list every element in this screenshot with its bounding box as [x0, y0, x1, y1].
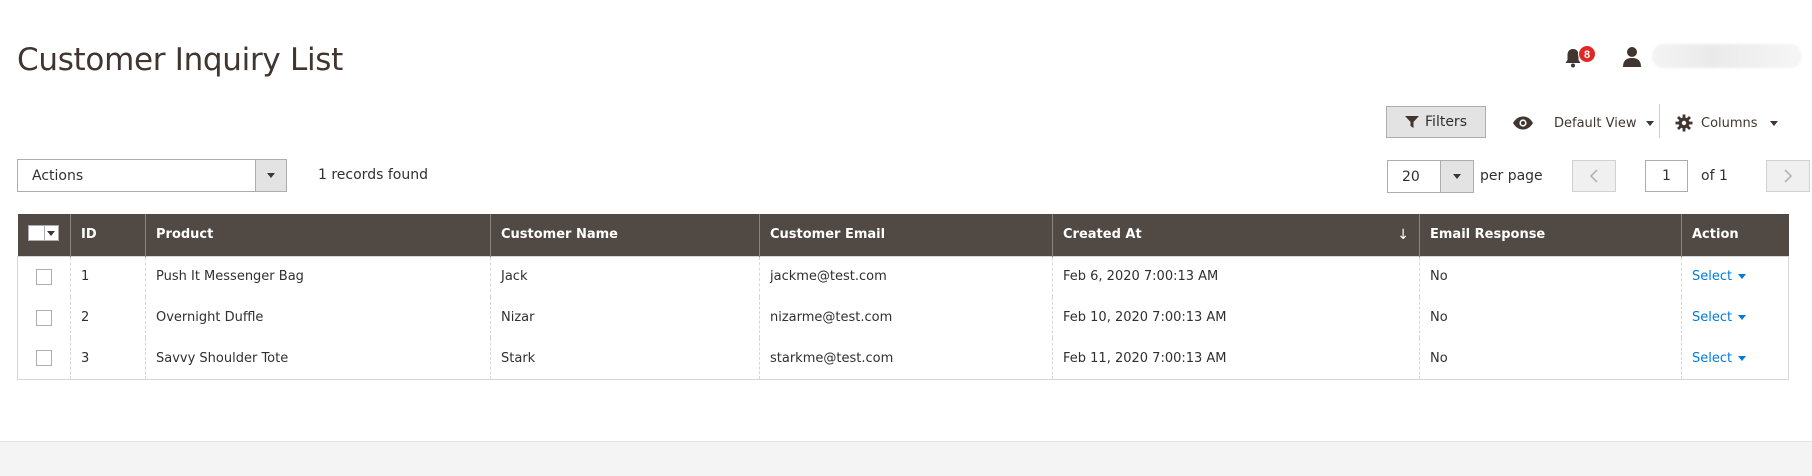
column-header-created-at[interactable]: Created At ↓ — [1052, 214, 1420, 256]
cell-customer-email: nizarme@test.com — [759, 297, 1053, 338]
row-action-select[interactable]: Select — [1692, 310, 1747, 325]
cell-product: Push It Messenger Bag — [145, 256, 491, 297]
gear-icon — [1675, 114, 1693, 132]
per-page-label: per page — [1480, 168, 1543, 184]
cell-email-response: No — [1419, 338, 1682, 380]
column-header-email-response[interactable]: Email Response — [1419, 214, 1682, 256]
cell-action: Select — [1681, 297, 1789, 338]
cell-action: Select — [1681, 338, 1789, 380]
chevron-down-icon — [47, 230, 55, 236]
column-header-customer-name[interactable]: Customer Name — [490, 214, 760, 256]
notification-badge: 8 — [1578, 45, 1596, 63]
user-icon[interactable] — [1622, 46, 1642, 68]
row-action-select[interactable]: Select — [1692, 269, 1747, 285]
eye-icon — [1513, 116, 1533, 130]
column-header-product[interactable]: Product — [145, 214, 491, 256]
row-action-label: Select — [1692, 310, 1733, 325]
chevron-down-icon — [1738, 355, 1747, 361]
per-page-toggle[interactable] — [1440, 161, 1473, 192]
cell-product: Savvy Shoulder Tote — [145, 338, 491, 380]
mass-select-checkbox[interactable] — [27, 225, 59, 242]
table-row: 2 Overnight Duffle Nizar nizarme@test.co… — [18, 297, 1789, 338]
sort-desc-icon: ↓ — [1397, 226, 1409, 243]
row-action-label: Select — [1692, 350, 1733, 366]
current-page-input[interactable] — [1645, 160, 1688, 192]
filters-label: Filters — [1425, 114, 1467, 130]
row-checkbox[interactable] — [36, 350, 52, 367]
created-at-label: Created At — [1063, 226, 1142, 242]
records-found: 1 records found — [318, 167, 428, 183]
actions-label: Actions — [32, 167, 84, 184]
chevron-down-icon — [1453, 174, 1461, 179]
cell-customer-name: Nizar — [490, 297, 760, 338]
column-header-customer-email[interactable]: Customer Email — [759, 214, 1053, 256]
table-row: 3 Savvy Shoulder Tote Stark starkme@test… — [17, 338, 1789, 380]
row-select-cell — [18, 297, 71, 338]
columns-button[interactable]: Columns — [1675, 110, 1778, 136]
chevron-right-icon — [1784, 169, 1793, 183]
column-header-id[interactable]: ID — [70, 214, 146, 256]
view-switcher[interactable]: Default View — [1512, 110, 1655, 136]
cell-created-at: Feb 11, 2020 7:00:13 AM — [1052, 338, 1420, 380]
toolbar-divider — [1659, 104, 1660, 138]
chevron-left-icon — [1589, 169, 1598, 183]
chevron-down-icon — [1769, 120, 1778, 126]
cell-id: 2 — [70, 297, 146, 338]
chevron-down-icon — [1738, 315, 1747, 320]
row-select-cell — [18, 256, 71, 297]
cell-customer-name: Jack — [490, 256, 760, 297]
actions-dropdown-toggle[interactable] — [255, 160, 286, 191]
previous-page-button[interactable] — [1572, 160, 1616, 192]
cell-created-at: Feb 10, 2020 7:00:13 AM — [1052, 297, 1420, 338]
row-action-select[interactable]: Select — [1692, 350, 1747, 366]
cell-email-response: No — [1419, 297, 1682, 338]
cell-product: Overnight Duffle — [145, 297, 491, 338]
cell-customer-name: Stark — [490, 338, 760, 380]
page-footer — [0, 441, 1812, 476]
view-label: Default View — [1554, 115, 1637, 131]
row-action-label: Select — [1692, 269, 1733, 285]
user-account-name[interactable]: admin — [1652, 44, 1802, 68]
cell-customer-email: jackme@test.com — [759, 256, 1053, 297]
columns-label: Columns — [1701, 115, 1758, 131]
cell-action: Select — [1681, 256, 1789, 297]
chevron-down-icon — [267, 173, 275, 178]
column-header-action: Action — [1681, 214, 1789, 256]
row-checkbox[interactable] — [36, 268, 52, 285]
filter-icon — [1405, 116, 1420, 128]
mass-select-header — [17, 214, 71, 256]
cell-id: 3 — [70, 338, 146, 380]
inquiry-grid: ID Product Customer Name Customer Email … — [17, 214, 1789, 380]
row-select-cell — [17, 338, 71, 380]
cell-created-at: Feb 6, 2020 7:00:13 AM — [1052, 256, 1420, 297]
row-checkbox[interactable] — [36, 309, 52, 326]
cell-email-response: No — [1419, 256, 1682, 297]
chevron-down-icon — [1738, 274, 1747, 280]
filters-button[interactable]: Filters — [1386, 106, 1486, 138]
cell-customer-email: starkme@test.com — [759, 338, 1053, 380]
cell-id: 1 — [70, 256, 146, 297]
page-title: Customer Inquiry List — [17, 42, 343, 78]
per-page-select[interactable]: 20 — [1387, 160, 1474, 193]
per-page-value: 20 — [1402, 168, 1420, 185]
table-row: 1 Push It Messenger Bag Jack jackme@test… — [18, 256, 1789, 297]
page-total: of 1 — [1701, 168, 1728, 184]
actions-dropdown[interactable]: Actions — [17, 159, 287, 192]
next-page-button[interactable] — [1766, 160, 1810, 192]
chevron-down-icon — [1646, 120, 1655, 126]
